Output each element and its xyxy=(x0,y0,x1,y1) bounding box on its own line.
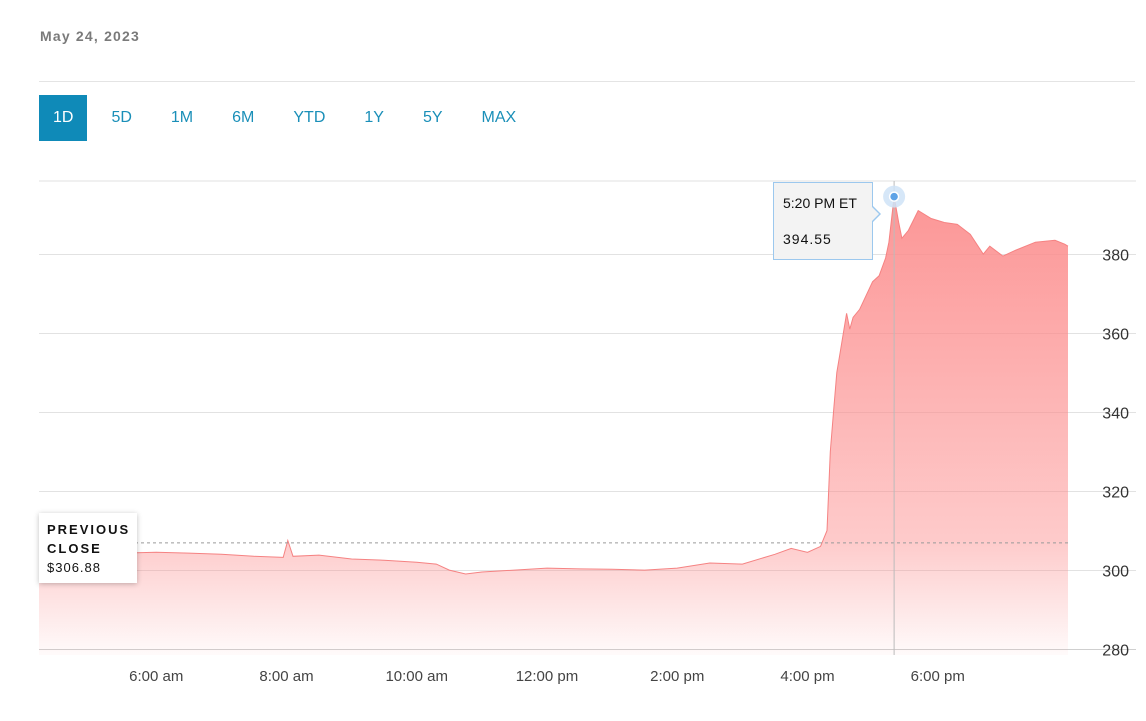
x-tick-label: 6:00 pm xyxy=(911,668,965,685)
previous-close-title-line2: CLOSE xyxy=(47,541,102,556)
tooltip-price: 394.55 xyxy=(783,231,832,247)
price-chart[interactable]: 280 300 320 340 360 380 6:00 am 8:00 am 10:00 am… xyxy=(0,0,1146,721)
x-tick-label: 6:00 am xyxy=(129,668,183,685)
previous-close-title-line1: PREVIOUS xyxy=(47,522,131,537)
hover-tooltip: 5:20 PM ET 394.55 xyxy=(773,182,873,260)
hover-point xyxy=(888,191,900,202)
previous-close-label: PREVIOUS CLOSE $306.88 xyxy=(39,513,138,583)
y-tick-label: 380 xyxy=(1102,248,1129,265)
tooltip-time: 5:20 PM ET xyxy=(783,195,857,211)
x-tick-label: 10:00 am xyxy=(385,668,448,685)
previous-close-value: $306.88 xyxy=(47,560,101,575)
y-tick-label: 360 xyxy=(1102,327,1129,344)
x-tick-label: 4:00 pm xyxy=(780,668,834,685)
tooltip-pointer-fill xyxy=(872,207,879,221)
x-tick-label: 12:00 pm xyxy=(516,668,579,685)
y-tick-label: 280 xyxy=(1102,643,1129,660)
y-tick-label: 300 xyxy=(1102,564,1129,581)
x-tick-label: 2:00 pm xyxy=(650,668,704,685)
y-tick-label: 320 xyxy=(1102,485,1129,502)
x-tick-label: 8:00 am xyxy=(259,668,313,685)
y-tick-label: 340 xyxy=(1102,406,1129,423)
price-area xyxy=(39,196,1068,655)
